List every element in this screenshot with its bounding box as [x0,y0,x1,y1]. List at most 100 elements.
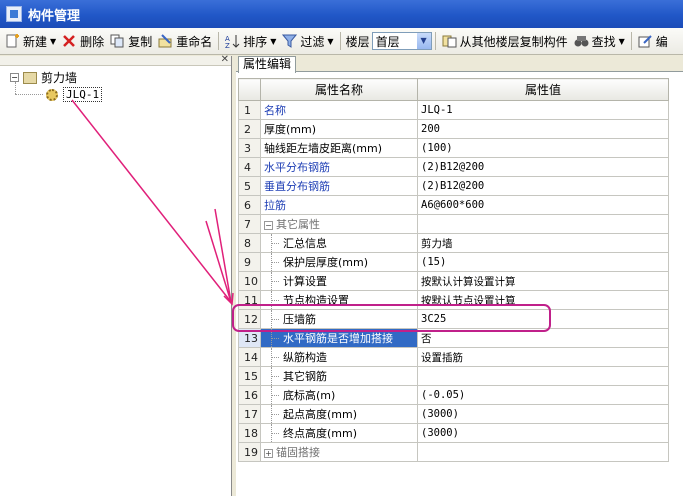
property-value-cell[interactable]: 200 [417,119,669,139]
tab-property-edit[interactable]: 属性编辑 [238,56,297,73]
floor-select[interactable]: 首层 ▼ [371,32,432,50]
property-value-cell[interactable]: (2)B12@200 [417,157,669,177]
table-row[interactable]: 7− 其它属性 [238,214,669,234]
expand-icon[interactable]: + [264,448,273,458]
table-row[interactable]: 9 保护层厚度(mm) (15) [238,252,669,272]
tree-node-shear-wall[interactable]: − 剪力墙 [10,69,77,86]
property-value-header[interactable]: 属性值 [417,78,669,101]
table-row[interactable]: 16 底标高(m) (-0.05) [238,385,669,405]
sort-button[interactable]: AZ 排序 ▼ [222,30,279,52]
property-name-label: 其它属性 [276,218,320,231]
tree-node-jlq-1[interactable]: JLQ-1 [46,87,103,102]
table-row[interactable]: 8 汇总信息 剪力墙 [238,233,669,253]
table-row[interactable]: 17 起点高度(mm) (3000) [238,404,669,424]
property-name-label: 轴线距左墙皮距离(mm) [264,142,383,155]
component-gear-icon [46,88,58,101]
property-name-label: 压墙筋 [283,313,316,326]
row-number: 14 [238,347,261,367]
property-value-cell[interactable]: JLQ-1 [417,100,669,120]
property-name-cell: 水平分布钢筋 [260,157,418,177]
property-name-label: 计算设置 [283,275,327,288]
app-icon [6,6,22,22]
collapse-icon[interactable]: − [10,73,19,82]
copy-label: 复制 [128,34,153,49]
property-name-label: 拉筋 [264,199,286,212]
property-value-cell[interactable]: 设置插筋 [417,347,669,367]
floor-value: 首层 [375,34,400,49]
delete-label: 删除 [80,34,105,49]
copy-from-floor-button[interactable]: 从其他楼层复制构件 [439,30,571,52]
property-value-cell[interactable]: (2)B12@200 [417,176,669,196]
close-icon[interactable]: ✕ [221,55,229,65]
find-button[interactable]: 查找 ▼ [571,30,628,52]
table-row[interactable]: 12 压墙筋 3C25 [238,309,669,329]
row-number: 8 [238,233,261,253]
delete-button[interactable]: 删除 [59,30,107,52]
property-value-cell[interactable]: (15) [417,252,669,272]
property-value-cell[interactable]: A6@600*600 [417,195,669,215]
table-row[interactable]: 14 纵筋构造 设置插筋 [238,347,669,367]
toolbar-separator [218,32,220,50]
property-value-cell[interactable]: 按默认计算设置计算 [417,271,669,291]
property-value-cell[interactable]: (-0.05) [417,385,669,405]
edit-label: 编 [655,34,668,49]
property-name-label: 节点构造设置 [283,294,349,307]
table-row[interactable]: 6 拉筋 A6@600*600 [238,195,669,215]
copy-icon [110,34,125,48]
row-number: 18 [238,423,261,443]
new-button[interactable]: 新建 ▼ [2,30,59,52]
toolbar-separator [434,32,436,50]
table-row[interactable]: 4 水平分布钢筋 (2)B12@200 [238,157,669,177]
property-name-label: 汇总信息 [283,237,327,250]
window-title: 构件管理 [28,8,81,24]
property-name-cell: 名称 [260,100,418,120]
property-grid: 属性名称 属性值 1 名称 JLQ-1 2 厚度(mm) 200 3 轴线距左墙皮距离(mm)… [238,78,669,462]
row-number: 3 [238,138,261,158]
filter-button[interactable]: 过滤 ▼ [279,30,336,52]
row-number: 16 [238,385,261,405]
tree-connector [15,94,43,95]
property-value-cell[interactable]: 3C25 [417,309,669,329]
property-value-cell[interactable] [417,214,669,234]
table-row[interactable]: 2 厚度(mm) 200 [238,119,669,139]
table-row[interactable]: 3 轴线距左墙皮距离(mm) (100) [238,138,669,158]
filter-icon [282,34,298,48]
property-name-label: 纵筋构造 [283,351,327,364]
table-row[interactable]: 10 计算设置 按默认计算设置计算 [238,271,669,291]
table-row[interactable]: 13 水平钢筋是否增加搭接 否 [238,328,669,348]
table-row[interactable]: 18 终点高度(mm) (3000) [238,423,669,443]
property-value-cell[interactable]: 剪力墙 [417,233,669,253]
property-value-cell[interactable] [417,442,669,462]
grid-header-row: 属性名称 属性值 [238,78,669,101]
table-row[interactable]: 15 其它钢筋 [238,366,669,386]
table-row[interactable]: 1 名称 JLQ-1 [238,100,669,120]
copy-floor-icon [442,34,457,48]
rename-button[interactable]: 重命名 [155,30,215,52]
row-number: 17 [238,404,261,424]
property-name-cell: 计算设置 [260,271,418,291]
chevron-down-icon[interactable]: ▼ [416,33,431,49]
property-value-cell[interactable]: (3000) [417,423,669,443]
property-value-cell[interactable]: 按默认节点设置计算 [417,290,669,310]
table-row[interactable]: 11 节点构造设置 按默认节点设置计算 [238,290,669,310]
property-name-cell: − 其它属性 [260,214,418,234]
property-pane: 属性编辑 属性名称 属性值 1 名称 JLQ-1 2 厚度(mm) 200 3 轴线距左墙皮距… [236,56,683,496]
edit-button[interactable]: 编 [635,30,671,52]
property-name-header[interactable]: 属性名称 [260,78,418,101]
table-row[interactable]: 19 + 锚固搭接 [238,442,669,462]
property-value-cell[interactable] [417,366,669,386]
collapse-icon[interactable]: − [264,220,273,230]
table-row[interactable]: 5 垂直分布钢筋 (2)B12@200 [238,176,669,196]
property-name-cell: 保护层厚度(mm) [260,252,418,272]
property-value-cell[interactable]: (3000) [417,404,669,424]
row-number: 4 [238,157,261,177]
chevron-down-icon: ▼ [270,36,277,46]
property-name-cell: 汇总信息 [260,233,418,253]
property-value-cell[interactable]: 否 [417,328,669,348]
property-name-cell: 终点高度(mm) [260,423,418,443]
chevron-down-icon: ▼ [618,36,625,46]
floor-label: 楼层 [345,34,370,49]
svg-text:Z: Z [225,42,230,48]
copy-button[interactable]: 复制 [107,30,155,52]
property-value-cell[interactable]: (100) [417,138,669,158]
